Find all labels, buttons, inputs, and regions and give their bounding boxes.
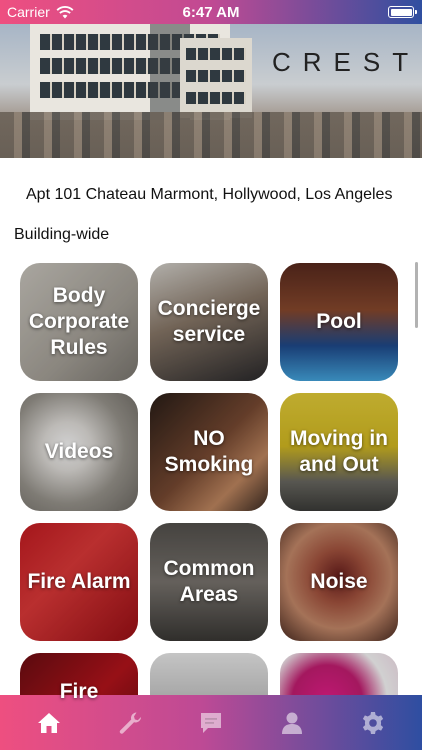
user-icon: [282, 712, 303, 734]
tile-label: Body Corporate Rules: [28, 284, 130, 359]
hero-banner: CREST: [0, 24, 422, 158]
tile-videos[interactable]: Videos: [20, 393, 138, 511]
app-screen: Carrier 6:47 AM CREST Apt 101 Chateau Ma…: [0, 0, 422, 750]
status-time: 6:47 AM: [182, 4, 240, 21]
tile-label: NO Smoking: [164, 427, 254, 476]
tile-concierge-service[interactable]: Concierge service: [150, 263, 268, 381]
tile-fire-alarm[interactable]: Fire Alarm: [20, 523, 138, 641]
tile-label: Moving in and Out: [290, 427, 388, 476]
gear-icon: [363, 711, 384, 734]
tile-moving-in-and-out[interactable]: Moving in and Out: [280, 393, 398, 511]
tile-label: Concierge service: [157, 297, 261, 346]
apartment-address: Apt 101 Chateau Marmont, Hollywood, Los …: [26, 186, 393, 203]
tab-maintenance[interactable]: [100, 695, 160, 750]
home-icon: [37, 712, 60, 733]
tile-label: Common Areas: [163, 557, 255, 606]
wrench-icon: [119, 712, 141, 734]
tab-settings[interactable]: [343, 695, 403, 750]
tile-no-smoking[interactable]: NO Smoking: [150, 393, 268, 511]
tile-label: Noise: [310, 570, 368, 593]
tile-label: Fire Alarm: [27, 570, 131, 593]
tile-noise[interactable]: Noise: [280, 523, 398, 641]
status-bar: Carrier 6:47 AM: [0, 0, 422, 24]
tile-body-corporate-rules[interactable]: Body Corporate Rules: [20, 263, 138, 381]
tile-pool[interactable]: Pool: [280, 263, 398, 381]
tile-label: Videos: [44, 440, 114, 463]
tab-messages[interactable]: [181, 695, 241, 750]
tile-label: Pool: [316, 310, 362, 333]
tile-common-areas[interactable]: Common Areas: [150, 523, 268, 641]
section-heading: Building-wide: [14, 226, 110, 243]
tile-label: Fire: [59, 680, 99, 703]
scroll-indicator[interactable]: [415, 262, 418, 328]
battery-icon: [388, 6, 417, 18]
city-skyline: [0, 112, 422, 158]
chat-icon: [200, 712, 221, 733]
building-name: CREST: [272, 47, 421, 77]
tab-profile[interactable]: [262, 695, 322, 750]
